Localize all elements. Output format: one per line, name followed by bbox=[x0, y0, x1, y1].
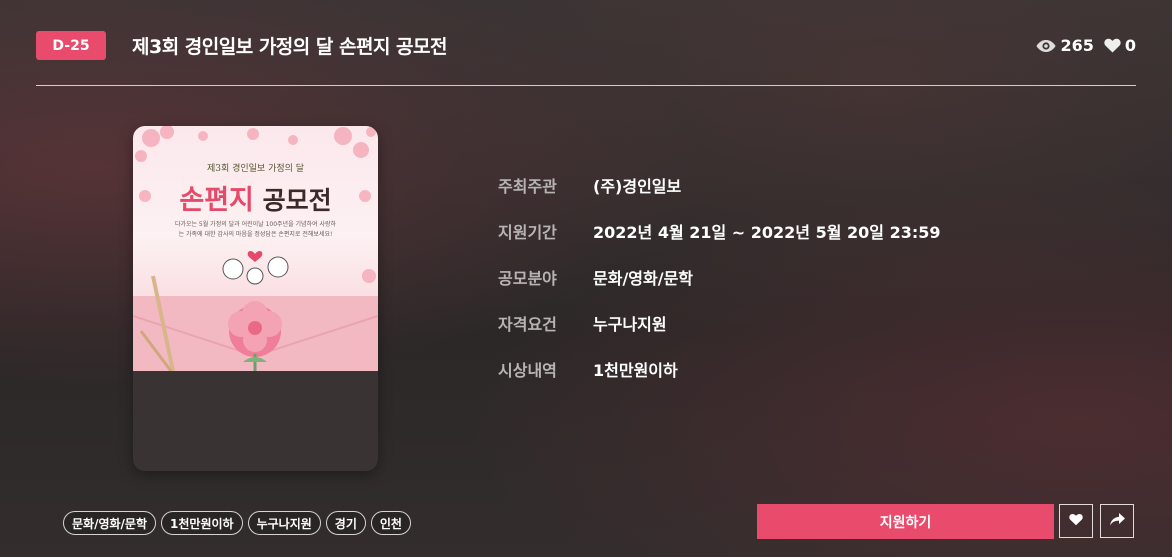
tag-list: 문화/영화/문학 1천만원이하 누구나지원 경기 인천 bbox=[63, 511, 411, 535]
share-icon bbox=[1109, 513, 1125, 529]
tag-chip[interactable]: 문화/영화/문학 bbox=[63, 511, 157, 535]
tag-chip[interactable]: 인천 bbox=[370, 511, 411, 535]
tag-chip[interactable]: 1천만원이하 bbox=[161, 511, 243, 535]
likes-stat: 0 bbox=[1104, 36, 1136, 55]
share-button[interactable] bbox=[1100, 504, 1134, 538]
poster-artwork: 제3회 경인일보 가정의 달 손편지 공모전 다가오는 5월 가정의 달과 어린… bbox=[133, 126, 378, 371]
info-label: 주최주관 bbox=[498, 177, 557, 196]
info-row-eligibility: 자격요건 누구나지원 bbox=[498, 311, 941, 357]
stats: 265 0 bbox=[1036, 36, 1136, 55]
poster-title-dark: 공모전 bbox=[262, 186, 332, 215]
like-button[interactable] bbox=[1059, 504, 1093, 538]
tag-chip[interactable]: 경기 bbox=[325, 511, 366, 535]
info-label: 자격요건 bbox=[498, 315, 557, 334]
info-value: (주)경인일보 bbox=[593, 177, 682, 196]
info-row-period: 지원기간 2022년 4월 21일 ~ 2022년 5월 20일 23:59 bbox=[498, 219, 941, 265]
info-label: 공모분야 bbox=[498, 269, 557, 288]
contest-poster: 제3회 경인일보 가정의 달 손편지 공모전 다가오는 5월 가정의 달과 어린… bbox=[133, 126, 378, 471]
info-row-prize: 시상내역 1천만원이하 bbox=[498, 357, 941, 403]
contest-header: D-25 제3회 경인일보 가정의 달 손편지 공모전 265 0 bbox=[36, 28, 1136, 64]
info-label: 지원기간 bbox=[498, 223, 557, 242]
poster-title-pink: 손편지 bbox=[179, 185, 254, 216]
poster-subtitle: 제3회 경인일보 가정의 달 bbox=[206, 164, 305, 174]
apply-button[interactable]: 지원하기 bbox=[757, 504, 1054, 539]
tag-chip[interactable]: 누구나지원 bbox=[247, 511, 321, 535]
views-count: 265 bbox=[1060, 36, 1094, 55]
dday-badge: D-25 bbox=[36, 31, 106, 60]
contest-title: 제3회 경인일보 가정의 달 손편지 공모전 bbox=[132, 36, 447, 58]
poster-title: 손편지 공모전 bbox=[133, 178, 378, 217]
contest-info-list: 주최주관 (주)경인일보 지원기간 2022년 4월 21일 ~ 2022년 5… bbox=[498, 173, 941, 403]
info-label: 시상내역 bbox=[498, 361, 557, 380]
heart-icon bbox=[1104, 38, 1121, 53]
heart-icon bbox=[1069, 513, 1083, 529]
info-value: 누구나지원 bbox=[593, 315, 667, 334]
eye-icon bbox=[1036, 39, 1056, 53]
poster-description: 다가오는 5월 가정의 달과 어린이날 100주년을 기념하여 사랑하는 가족에… bbox=[174, 221, 337, 238]
info-value: 문화/영화/문학 bbox=[593, 269, 694, 288]
info-row-host: 주최주관 (주)경인일보 bbox=[498, 173, 941, 219]
info-value: 2022년 4월 21일 ~ 2022년 5월 20일 23:59 bbox=[593, 223, 941, 242]
info-value: 1천만원이하 bbox=[593, 361, 678, 380]
header-divider bbox=[36, 85, 1136, 86]
info-row-field: 공모분야 문화/영화/문학 bbox=[498, 265, 941, 311]
views-stat: 265 bbox=[1036, 36, 1094, 55]
likes-count: 0 bbox=[1124, 36, 1136, 55]
